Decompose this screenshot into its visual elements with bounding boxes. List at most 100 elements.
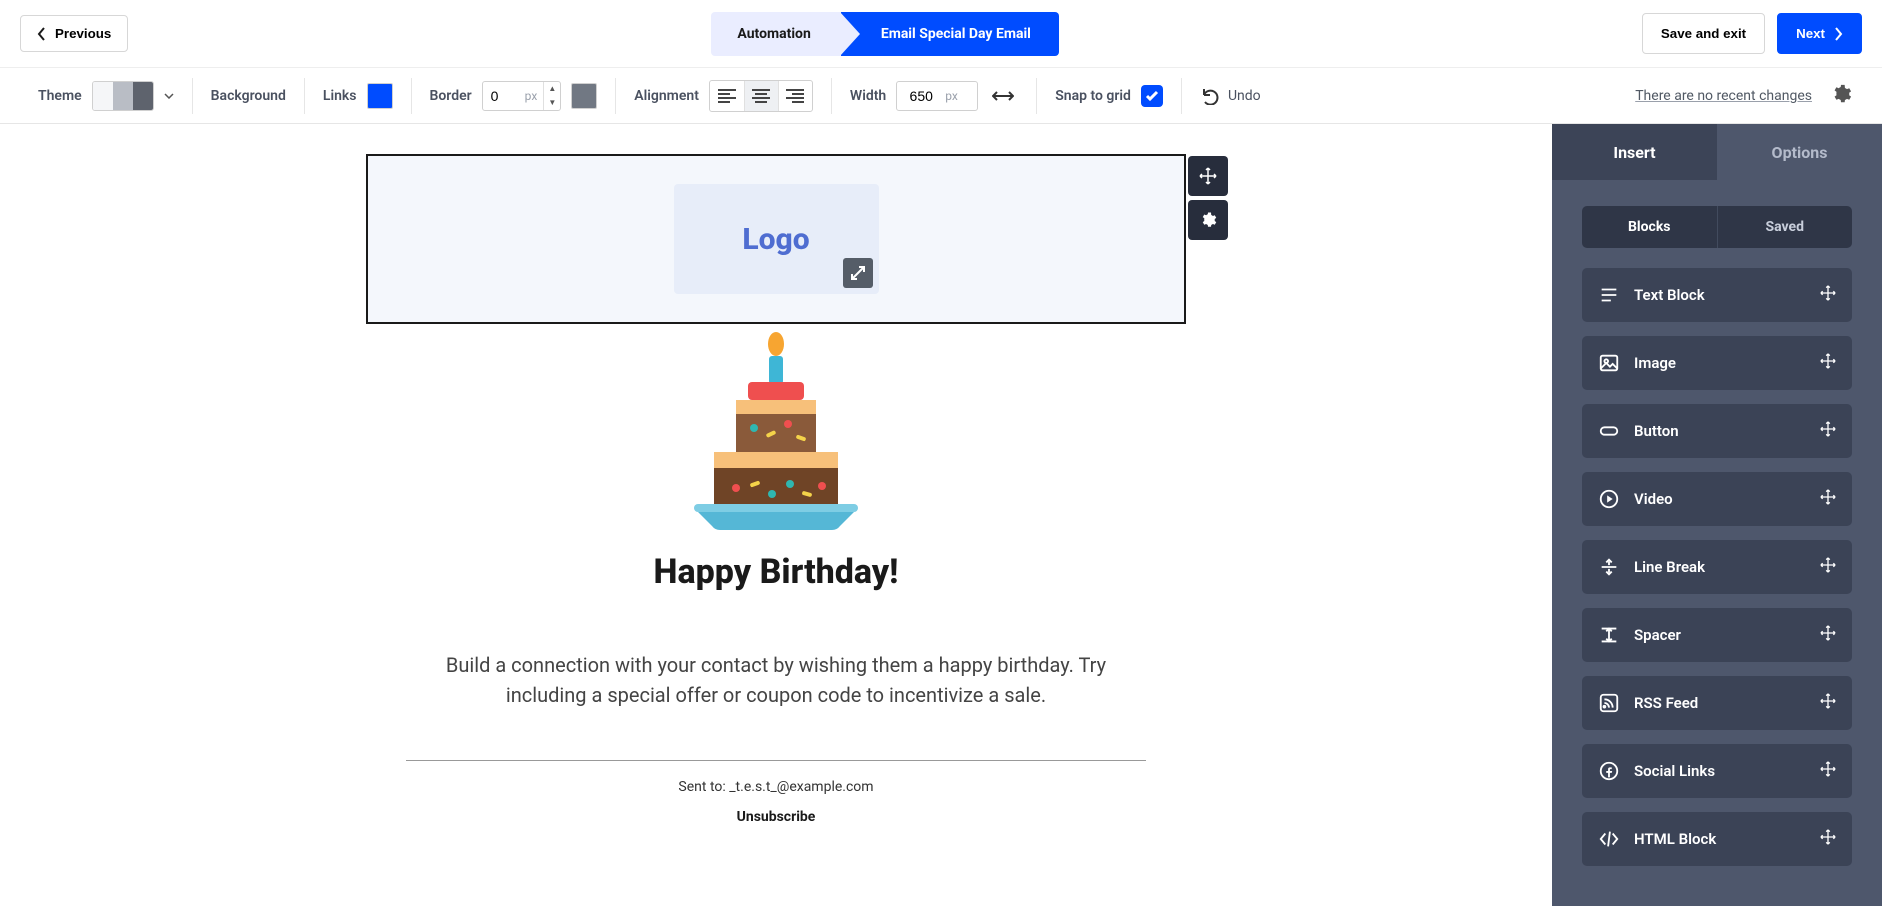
block-item-rss[interactable]: RSS Feed <box>1582 676 1852 730</box>
top-bar: Previous Automation Email Special Day Em… <box>0 0 1882 68</box>
block-item-label: Line Break <box>1634 558 1806 576</box>
block-item-line[interactable]: Line Break <box>1582 540 1852 594</box>
border-size-field[interactable] <box>483 88 525 104</box>
links-color-swatch[interactable] <box>367 83 393 109</box>
unsubscribe-link[interactable]: Unsubscribe <box>366 809 1186 825</box>
align-right-button[interactable] <box>778 81 812 111</box>
block-settings-button[interactable] <box>1188 200 1228 240</box>
block-item-html[interactable]: HTML Block <box>1582 812 1852 866</box>
breadcrumb-step-current[interactable]: Email Special Day Email <box>841 12 1059 56</box>
drag-handle-icon[interactable] <box>1820 285 1836 305</box>
save-and-exit-button[interactable]: Save and exit <box>1642 13 1765 54</box>
align-center-icon <box>752 89 770 103</box>
border-step-down[interactable]: ▼ <box>544 96 560 110</box>
block-item-button[interactable]: Button <box>1582 404 1852 458</box>
drag-handle-icon[interactable] <box>1820 489 1836 509</box>
block-item-social[interactable]: Social Links <box>1582 744 1852 798</box>
tab-options[interactable]: Options <box>1717 124 1882 180</box>
block-list: Text Block Image Button Video Line Break Spac… <box>1582 268 1852 866</box>
background-label: Background <box>211 88 286 104</box>
social-icon <box>1598 760 1620 782</box>
sent-to-prefix: Sent to: <box>678 779 729 795</box>
align-left-icon <box>718 89 736 103</box>
next-button-label: Next <box>1796 26 1825 41</box>
text-icon <box>1598 284 1620 306</box>
alignment-label: Alignment <box>634 88 699 104</box>
undo-label: Undo <box>1228 88 1261 104</box>
chevron-down-icon[interactable] <box>164 93 174 99</box>
logo-block[interactable]: Logo <box>366 154 1186 324</box>
side-panel: Insert Options Blocks Saved Text Block Im… <box>1552 124 1882 906</box>
block-item-spacer[interactable]: Spacer <box>1582 608 1852 662</box>
arrows-horizontal-icon <box>992 89 1014 103</box>
width-unit: px <box>945 89 964 103</box>
block-item-image[interactable]: Image <box>1582 336 1852 390</box>
drag-handle-icon[interactable] <box>1820 829 1836 849</box>
border-unit: px <box>525 89 544 103</box>
block-item-label: Social Links <box>1634 762 1806 780</box>
width-stretch-toggle[interactable] <box>988 85 1018 107</box>
check-icon <box>1145 89 1159 103</box>
rss-icon <box>1598 692 1620 714</box>
breadcrumb: Automation Email Special Day Email <box>711 12 1059 56</box>
footer-divider <box>406 760 1146 761</box>
drag-handle-icon[interactable] <box>1820 761 1836 781</box>
birthday-cake-icon <box>666 324 886 534</box>
logo-placeholder[interactable]: Logo <box>674 184 879 294</box>
previous-button[interactable]: Previous <box>20 15 128 52</box>
block-item-label: Button <box>1634 422 1806 440</box>
editor-toolbar: Theme Background Links Border px ▲ ▼ <box>0 68 1882 124</box>
next-button[interactable]: Next <box>1777 13 1862 54</box>
snap-to-grid-checkbox[interactable] <box>1141 85 1163 107</box>
video-icon <box>1598 488 1620 510</box>
drag-handle-icon[interactable] <box>1820 421 1836 441</box>
align-center-button[interactable] <box>744 81 778 111</box>
expand-icon <box>850 265 866 281</box>
border-step-up[interactable]: ▲ <box>544 82 560 96</box>
links-label: Links <box>323 88 357 104</box>
drag-handle-icon[interactable] <box>1820 693 1836 713</box>
previous-button-label: Previous <box>55 26 111 41</box>
sent-to-email: _t.e.s.t_@example.com <box>729 779 873 795</box>
sent-to-line: Sent to: _t.e.s.t_@example.com <box>366 779 1186 795</box>
button-icon <box>1598 420 1620 442</box>
chevron-left-icon <box>37 27 47 41</box>
width-input[interactable]: px <box>896 81 978 111</box>
move-block-button[interactable] <box>1188 156 1228 196</box>
settings-button[interactable] <box>1830 83 1852 109</box>
segment-blocks[interactable]: Blocks <box>1582 206 1717 248</box>
move-icon <box>1199 167 1217 185</box>
undo-button[interactable]: Undo <box>1200 87 1261 105</box>
breadcrumb-step-automation[interactable]: Automation <box>711 12 840 56</box>
align-left-button[interactable] <box>710 81 744 111</box>
resize-handle[interactable] <box>843 258 873 288</box>
snap-label: Snap to grid <box>1055 88 1131 104</box>
drag-handle-icon[interactable] <box>1820 353 1836 373</box>
cake-image[interactable] <box>366 324 1186 534</box>
block-item-video[interactable]: Video <box>1582 472 1852 526</box>
email-headline[interactable]: Happy Birthday! <box>366 552 1186 592</box>
block-item-text[interactable]: Text Block <box>1582 268 1852 322</box>
segment-saved[interactable]: Saved <box>1717 206 1853 248</box>
border-color-swatch[interactable] <box>571 83 597 109</box>
email-body-copy[interactable]: Build a connection with your contact by … <box>366 650 1186 710</box>
border-label: Border <box>430 88 472 104</box>
line-icon <box>1598 556 1620 578</box>
block-item-label: Video <box>1634 490 1806 508</box>
chevron-right-icon <box>1833 27 1843 41</box>
width-field[interactable] <box>897 88 945 104</box>
gear-icon <box>1830 83 1852 105</box>
gear-icon <box>1199 211 1217 229</box>
drag-handle-icon[interactable] <box>1820 625 1836 645</box>
drag-handle-icon[interactable] <box>1820 557 1836 577</box>
recent-changes-link[interactable]: There are no recent changes <box>1635 88 1812 104</box>
logo-placeholder-text: Logo <box>742 222 809 257</box>
undo-icon <box>1200 87 1220 105</box>
theme-swatch-picker[interactable] <box>92 81 154 111</box>
align-right-icon <box>786 89 804 103</box>
email-canvas[interactable]: Logo <box>0 124 1552 906</box>
border-size-input[interactable]: px ▲ ▼ <box>482 81 562 111</box>
tab-insert[interactable]: Insert <box>1552 124 1717 180</box>
block-item-label: Spacer <box>1634 626 1806 644</box>
width-label: Width <box>850 88 886 104</box>
